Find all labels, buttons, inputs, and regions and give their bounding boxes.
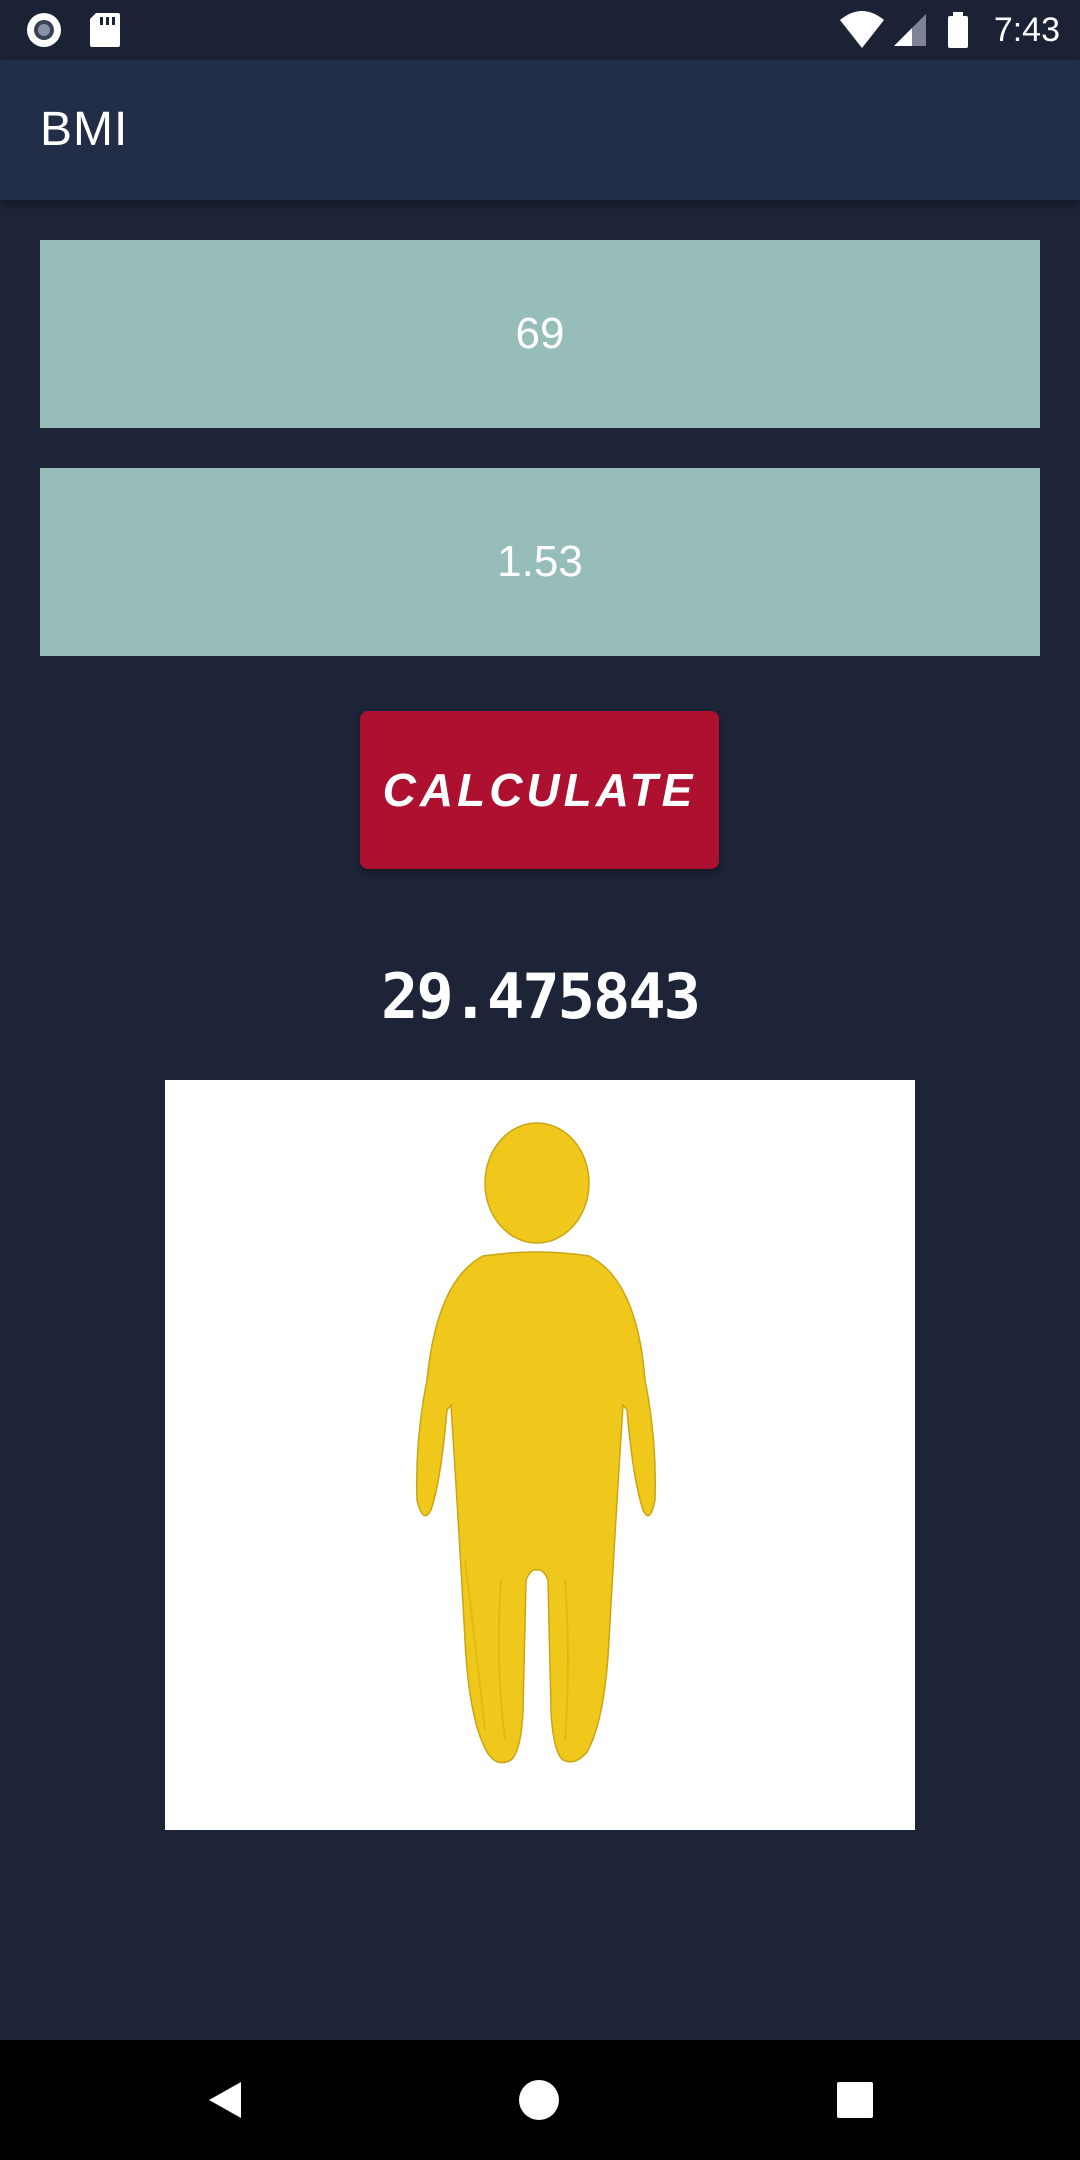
back-icon: [209, 2082, 241, 2118]
recents-icon: [837, 2082, 873, 2118]
calculate-button[interactable]: CALCULATE: [360, 711, 719, 869]
overweight-person-figure: [415, 1122, 657, 1764]
weight-input[interactable]: [40, 240, 1040, 428]
home-icon: [519, 2080, 559, 2120]
home-button[interactable]: [479, 2040, 599, 2160]
body-type-image: [165, 1080, 915, 1830]
record-icon: [24, 0, 64, 60]
status-clock: 7:43: [993, 11, 1060, 49]
bmi-result: 29.475843: [381, 960, 701, 1033]
wifi-icon: [838, 0, 886, 60]
battery-icon: [946, 0, 970, 60]
app-bar: BMI: [0, 60, 1080, 200]
app-title: BMI: [40, 103, 129, 156]
navigation-bar: [0, 2040, 1080, 2160]
back-button[interactable]: [165, 2040, 285, 2160]
height-input[interactable]: [40, 468, 1040, 656]
cell-signal-icon: [892, 0, 928, 60]
status-bar: 7:43: [0, 0, 1080, 60]
sd-card-icon: [88, 0, 122, 60]
screen: 7:43 BMI CALCULATE 29.475843: [0, 0, 1080, 2160]
recents-button[interactable]: [795, 2040, 915, 2160]
